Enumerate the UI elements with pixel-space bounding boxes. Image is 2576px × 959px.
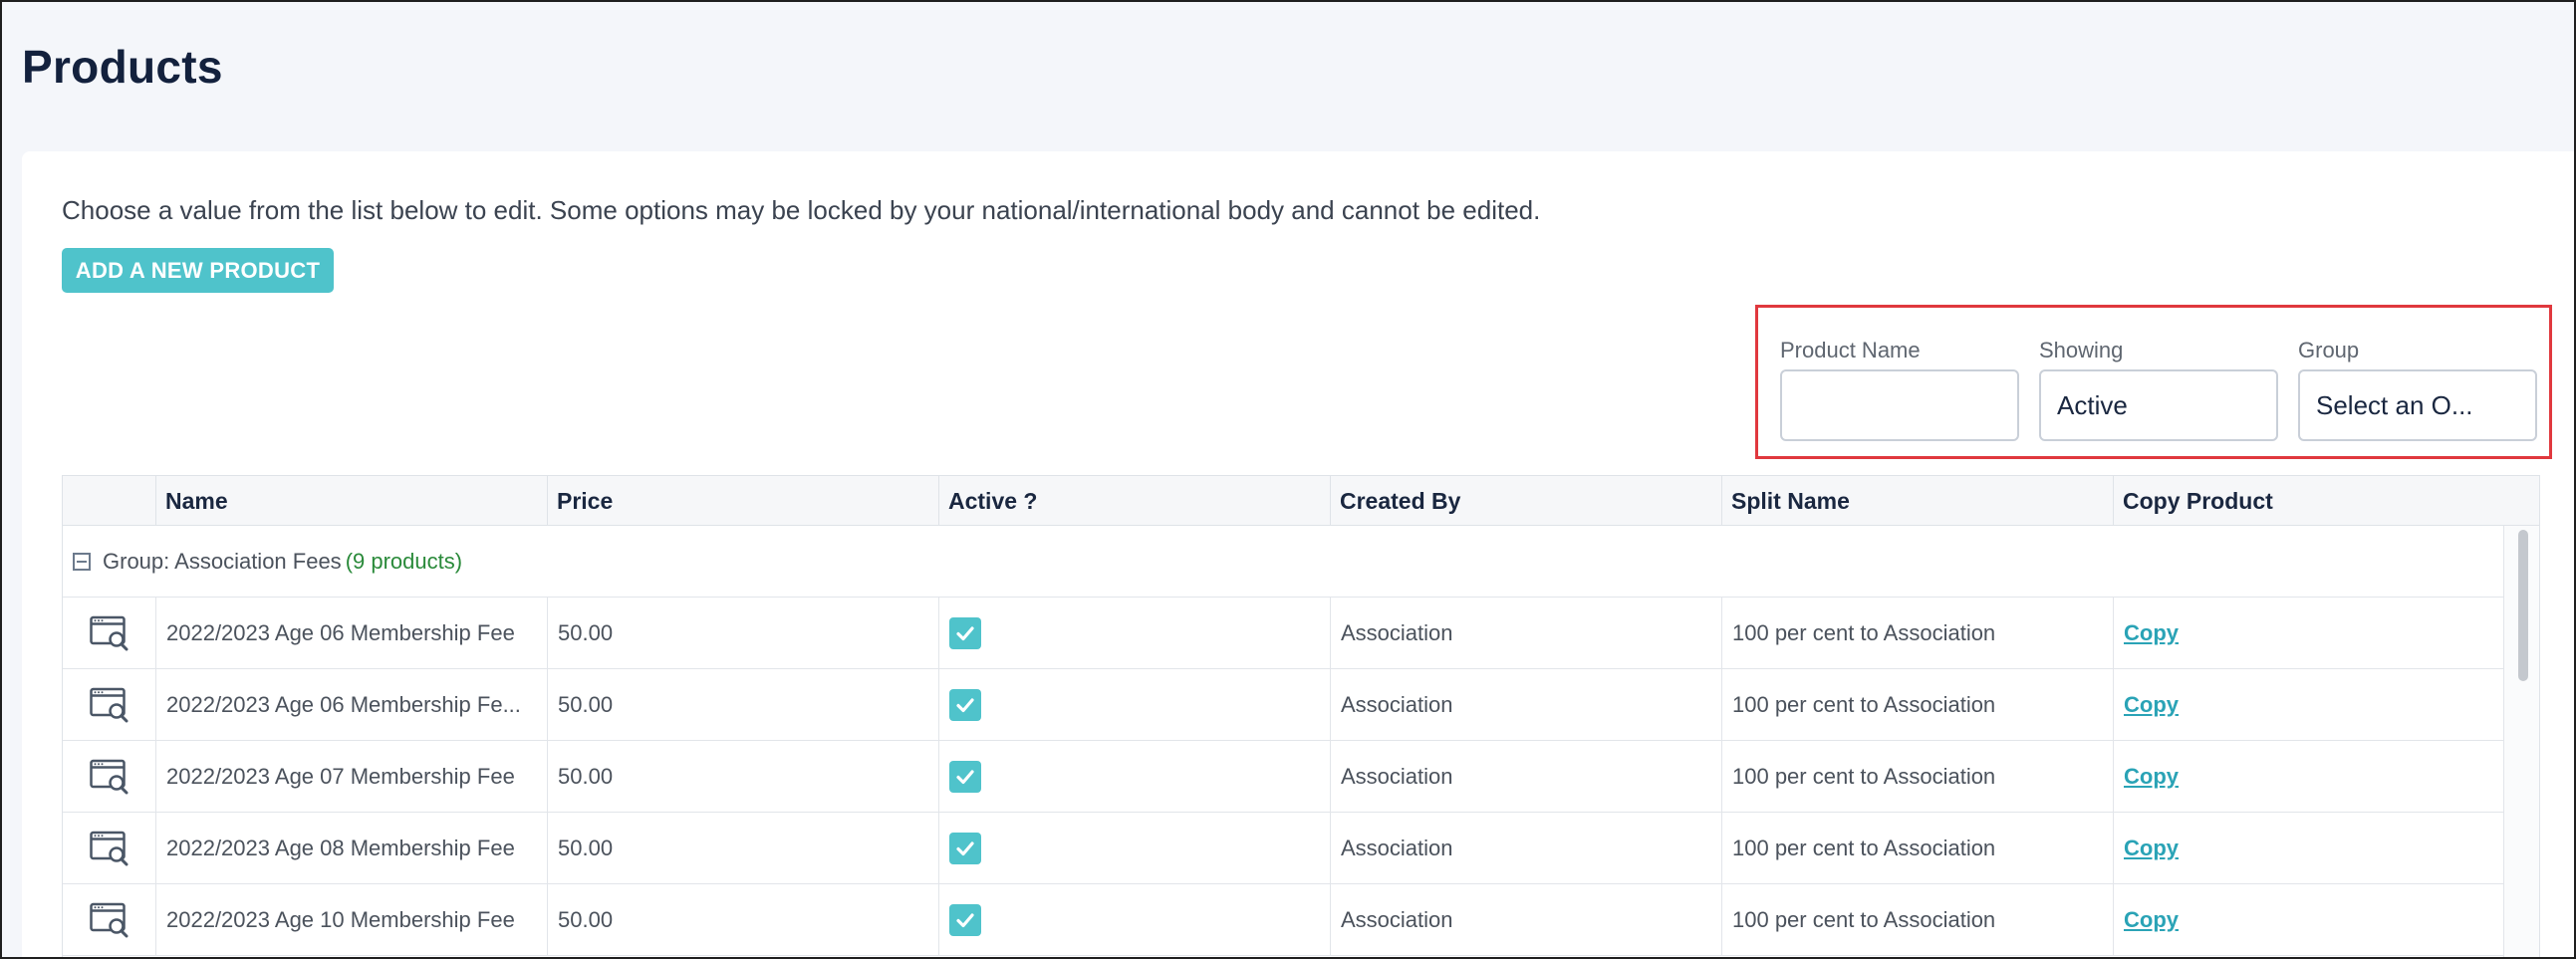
row-action-cell — [63, 598, 155, 669]
group-label: Group: Association Fees — [103, 548, 342, 574]
checkmark-icon — [956, 626, 974, 641]
row-created-by: Association — [1330, 813, 1721, 884]
table-row[interactable]: 2022/2023 Age 07 Membership Fee 50.00 As… — [63, 741, 2503, 813]
table-row[interactable]: 2022/2023 Age 06 Membership Fee 50.00 As… — [63, 598, 2503, 669]
column-header-created-by[interactable]: Created By — [1330, 476, 1721, 526]
row-created-by: Association — [1330, 598, 1721, 669]
column-header-name[interactable]: Name — [155, 476, 547, 526]
copy-link[interactable]: Copy — [2124, 836, 2179, 861]
row-copy-cell: Copy — [2113, 884, 2503, 956]
product-name-label: Product Name — [1780, 338, 1921, 362]
row-created-by: Association — [1330, 741, 1721, 813]
row-name: 2022/2023 Age 08 Membership Fee — [155, 813, 547, 884]
checkmark-icon — [956, 698, 974, 713]
row-action-cell — [63, 669, 155, 741]
checkmark-icon — [956, 770, 974, 785]
row-copy-cell: Copy — [2113, 741, 2503, 813]
product-name-input[interactable] — [1780, 369, 2019, 441]
row-created-by: Association — [1330, 669, 1721, 741]
table-row[interactable]: 2022/2023 Age 06 Membership Fe... 50.00 … — [63, 669, 2503, 741]
column-header-active[interactable]: Active ? — [938, 476, 1330, 526]
table-scrollbar[interactable] — [2503, 526, 2539, 958]
table-row[interactable]: 2022/2023 Age 08 Membership Fee 50.00 As… — [63, 813, 2503, 884]
row-active-cell — [938, 813, 1330, 884]
active-checkbox[interactable] — [949, 761, 981, 793]
group-count: (9 products) — [345, 548, 463, 574]
row-price: 50.00 — [547, 598, 938, 669]
row-split-name: 100 per cent to Association — [1721, 741, 2113, 813]
showing-label: Showing — [2039, 338, 2124, 362]
row-name: 2022/2023 Age 06 Membership Fe... — [155, 669, 547, 741]
active-checkbox[interactable] — [949, 617, 981, 649]
copy-link[interactable]: Copy — [2124, 692, 2179, 718]
products-table: Name Price Active ? Created By Split Nam… — [62, 475, 2540, 959]
row-copy-cell: Copy — [2113, 669, 2503, 741]
active-checkbox[interactable] — [949, 833, 981, 864]
row-split-name: 100 per cent to Association — [1721, 669, 2113, 741]
scrollbar-thumb[interactable] — [2518, 530, 2528, 681]
showing-select[interactable]: Active — [2039, 369, 2278, 441]
checkmark-icon — [956, 913, 974, 928]
row-active-cell — [938, 741, 1330, 813]
row-copy-cell: Copy — [2113, 598, 2503, 669]
row-active-cell — [938, 598, 1330, 669]
group-row-association-fees[interactable]: Group: Association Fees (9 products) — [63, 526, 2503, 598]
active-checkbox[interactable] — [949, 689, 981, 721]
table-header: Name Price Active ? Created By Split Nam… — [63, 476, 2539, 526]
page-title: Products — [22, 41, 223, 93]
row-split-name: 100 per cent to Association — [1721, 813, 2113, 884]
row-name: 2022/2023 Age 06 Membership Fee — [155, 598, 547, 669]
row-price: 50.00 — [547, 884, 938, 956]
row-name: 2022/2023 Age 07 Membership Fee — [155, 741, 547, 813]
row-price: 50.00 — [547, 741, 938, 813]
view-record-icon[interactable] — [89, 615, 129, 651]
copy-link[interactable]: Copy — [2124, 907, 2179, 933]
row-active-cell — [938, 884, 1330, 956]
column-header-action — [63, 476, 155, 526]
group-select[interactable]: Select an O... — [2298, 369, 2537, 441]
row-copy-cell: Copy — [2113, 813, 2503, 884]
group-label: Group — [2298, 338, 2360, 362]
row-split-name: 100 per cent to Association — [1721, 598, 2113, 669]
view-record-icon[interactable] — [89, 759, 129, 795]
column-header-split-name[interactable]: Split Name — [1721, 476, 2113, 526]
copy-link[interactable]: Copy — [2124, 764, 2179, 790]
column-header-price[interactable]: Price — [547, 476, 938, 526]
row-active-cell — [938, 669, 1330, 741]
showing-filter: Showing Active — [2039, 338, 2278, 441]
view-record-icon[interactable] — [89, 831, 129, 866]
product-name-filter: Product Name — [1780, 338, 2019, 441]
row-created-by: Association — [1330, 884, 1721, 956]
view-record-icon[interactable] — [89, 687, 129, 723]
table-row[interactable]: 2022/2023 Age 10 Membership Fee 50.00 As… — [63, 884, 2503, 956]
intro-text: Choose a value from the list below to ed… — [62, 195, 1541, 225]
active-checkbox[interactable] — [949, 904, 981, 936]
filter-panel: Product Name Showing Active Group Select… — [1755, 305, 2552, 459]
add-new-product-button[interactable]: ADD A NEW PRODUCT — [62, 248, 334, 293]
group-filter: Group Select an O... — [2298, 338, 2537, 441]
row-action-cell — [63, 884, 155, 956]
copy-link[interactable]: Copy — [2124, 620, 2179, 646]
row-price: 50.00 — [547, 669, 938, 741]
column-header-copy-product[interactable]: Copy Product — [2113, 476, 2539, 526]
row-price: 50.00 — [547, 813, 938, 884]
collapse-icon[interactable] — [73, 552, 91, 571]
row-split-name: 100 per cent to Association — [1721, 884, 2113, 956]
row-name: 2022/2023 Age 10 Membership Fee — [155, 884, 547, 956]
row-action-cell — [63, 741, 155, 813]
row-action-cell — [63, 813, 155, 884]
view-record-icon[interactable] — [89, 902, 129, 938]
checkmark-icon — [956, 841, 974, 856]
